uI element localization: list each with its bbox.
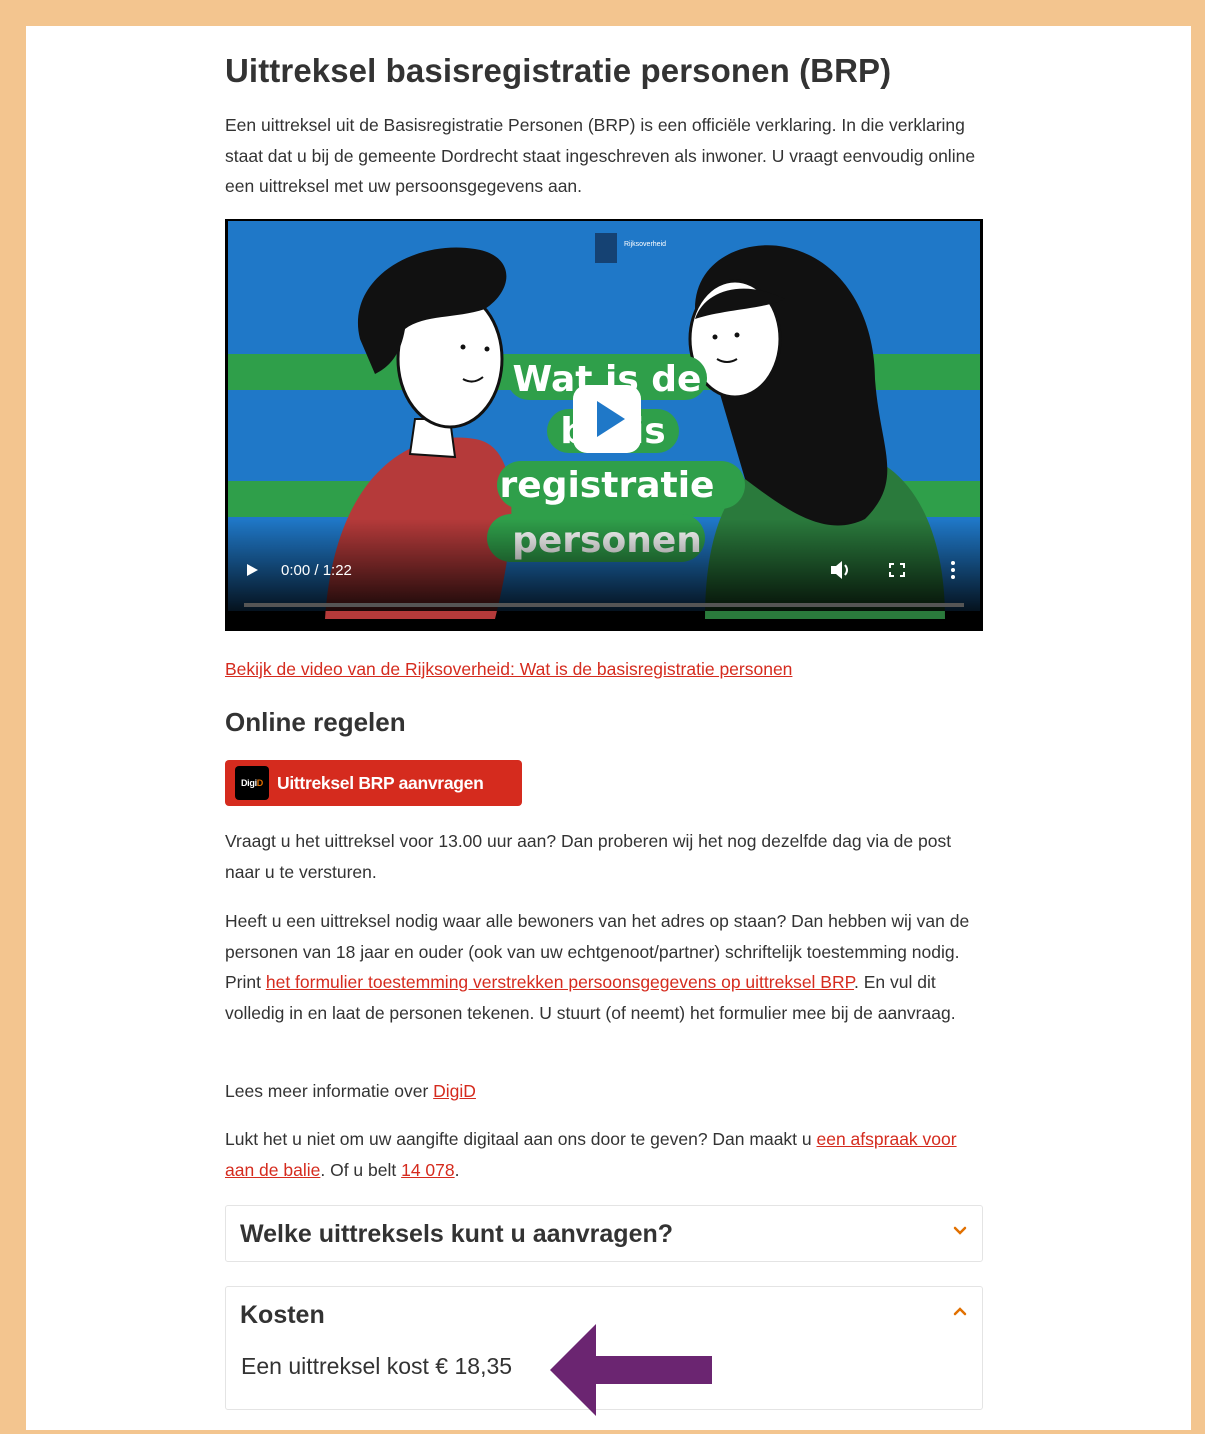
- page-frame: Uittreksel basisregistratie personen (BR…: [26, 26, 1191, 1430]
- phone-link[interactable]: 14 078: [401, 1160, 455, 1180]
- digid-logo-icon: Digi D: [235, 766, 269, 800]
- online-heading: Online regelen: [225, 707, 406, 737]
- video-title-line-3: registratie: [500, 465, 715, 506]
- paragraph-digid: Lees meer informatie over DigiD: [225, 1076, 985, 1107]
- chevron-up-icon: [953, 1307, 967, 1316]
- accordion-welke-uittreksels[interactable]: Welke uittreksels kunt u aanvragen?: [225, 1205, 983, 1262]
- video-time: 0:00 / 1:22: [281, 562, 352, 579]
- accordion-title: Kosten: [240, 1301, 325, 1329]
- chevron-down-icon: [953, 1226, 967, 1235]
- more-options-icon[interactable]: [951, 561, 955, 579]
- button-label: Uittreksel BRP aanvragen: [277, 772, 484, 793]
- accordion-title: Welke uittreksels kunt u aanvragen?: [240, 1220, 674, 1248]
- rijksoverheid-video-link[interactable]: Bekijk de video van de Rijksoverheid: Wa…: [225, 659, 792, 680]
- video-thumbnail: Rijksoverheid Wat is de registratie 0:00…: [225, 219, 983, 631]
- video-progress-track[interactable]: [244, 603, 964, 607]
- intro-paragraph: Een uittreksel uit de Basisregistratie P…: [225, 115, 976, 196]
- rijksoverheid-logo: [595, 233, 617, 263]
- para4-text-middle: . Of u belt: [320, 1159, 402, 1180]
- page-title: Uittreksel basisregistratie personen (BR…: [225, 52, 892, 89]
- logo-text: Rijksoverheid: [624, 241, 666, 248]
- paragraph-afspraak: Lukt het u niet om uw aangifte digitaal …: [225, 1124, 985, 1185]
- kosten-body: Een uittreksel kost € 18,35: [241, 1353, 513, 1379]
- uittreksel-aanvragen-button[interactable]: Digi D Uittreksel BRP aanvragen: [225, 760, 522, 806]
- video-player[interactable]: Rijksoverheid Wat is de registratie 0:00…: [225, 219, 983, 631]
- big-play-button[interactable]: [573, 385, 641, 453]
- purple-arrow-icon: [550, 1324, 712, 1416]
- para3-text: Lees meer informatie over: [225, 1081, 434, 1101]
- para4-text-after: .: [454, 1159, 460, 1180]
- digid-link[interactable]: DigiD: [433, 1081, 476, 1101]
- paragraph-toestemming: Heeft u een uittreksel nodig waar alle b…: [225, 906, 985, 1028]
- paragraph-verzending: Vraagt u het uittreksel voor 13.00 uur a…: [225, 831, 952, 882]
- formulier-toestemming-link[interactable]: het formulier toestemming verstrekken pe…: [266, 972, 854, 992]
- para4-text-before: Lukt het u niet om uw aangifte digitaal …: [225, 1129, 817, 1149]
